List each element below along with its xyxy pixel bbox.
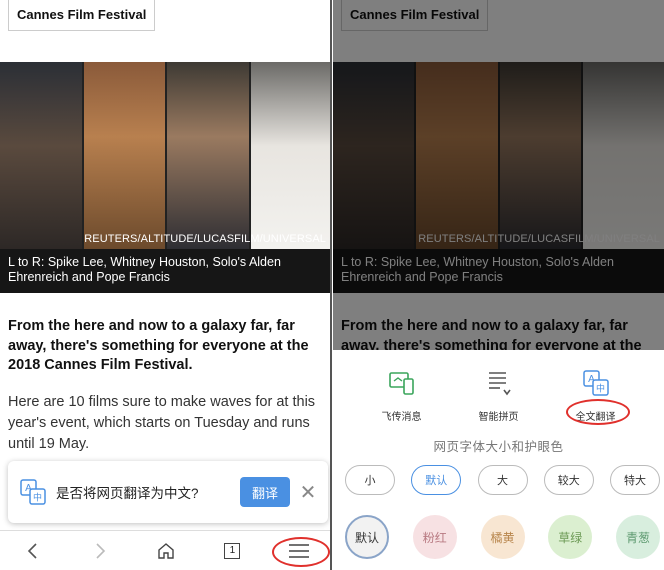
photo-whitney-houston xyxy=(83,62,167,249)
font-size-larger[interactable]: 较大 xyxy=(543,465,594,495)
bottom-nav: 1 xyxy=(0,530,330,570)
category-tag[interactable]: Cannes Film Festival xyxy=(8,0,156,31)
photo-alden-ehrenreich xyxy=(167,62,251,249)
font-eye-section-title: 网页字体大小和护眼色 xyxy=(433,440,564,454)
tabs-button[interactable]: 1 xyxy=(199,531,265,570)
photo-caption: L to R: Spike Lee, Whitney Houston, Solo… xyxy=(0,249,330,293)
forward-button[interactable] xyxy=(66,531,132,570)
translate-icon: A 中 xyxy=(581,368,611,398)
eye-color-options: 默认 粉红 橘黄 草绿 青葱 xyxy=(345,515,660,559)
photo-pope-francis xyxy=(582,62,664,249)
photo-pope-francis xyxy=(250,62,330,249)
back-button[interactable] xyxy=(0,531,66,570)
translate-button[interactable]: 翻译 xyxy=(240,477,290,507)
smart-page-icon xyxy=(484,368,514,398)
right-screen: Cannes Film Festival REUTERS/ALTITUDE/LU… xyxy=(333,0,664,570)
photo-spike-lee xyxy=(0,62,84,249)
action-label: 全文翻译 xyxy=(575,412,616,423)
eye-color-default[interactable]: 默认 xyxy=(345,515,389,559)
eye-color-grass-green[interactable]: 草绿 xyxy=(548,515,593,559)
font-size-small[interactable]: 小 xyxy=(345,465,395,495)
home-button[interactable] xyxy=(133,531,199,570)
close-icon[interactable]: ✕ xyxy=(298,480,318,505)
photo-strip xyxy=(333,62,664,249)
category-tag[interactable]: Cannes Film Festival xyxy=(341,0,489,31)
action-feichuan[interactable]: 飞传消息 xyxy=(362,368,442,423)
translate-prompt: A 中 是否将网页翻译为中文? 翻译 ✕ xyxy=(8,461,328,523)
photo-spike-lee xyxy=(333,62,417,249)
eye-color-green-onion[interactable]: 青葱 xyxy=(616,515,660,559)
tab-count: 1 xyxy=(224,542,241,559)
svg-text:中: 中 xyxy=(595,383,604,395)
svg-text:中: 中 xyxy=(33,492,42,504)
font-size-large[interactable]: 大 xyxy=(477,465,528,495)
menu-button[interactable] xyxy=(266,531,330,570)
photo-strip xyxy=(0,62,330,249)
translate-prompt-text: 是否将网页翻译为中文? xyxy=(56,486,199,501)
action-full-translate[interactable]: A 中 全文翻译 xyxy=(556,368,636,423)
article-paragraph: Here are 10 films sure to make waves for… xyxy=(8,394,316,452)
photo-alden-ehrenreich xyxy=(499,62,583,249)
article-lead: From the here and now to a galaxy far, f… xyxy=(8,318,309,373)
font-size-default[interactable]: 默认 xyxy=(411,465,462,495)
photo-whitney-houston xyxy=(416,62,500,249)
chevron-right-icon xyxy=(96,542,105,559)
photo-caption: L to R: Spike Lee, Whitney Houston, Solo… xyxy=(333,249,664,293)
translate-icon: A 中 xyxy=(18,477,48,507)
phone-transfer-icon xyxy=(387,368,417,398)
photo-credit: REUTERS/ALTITUDE/LUCASFILM/UNIVERSAL xyxy=(84,233,326,245)
chevron-left-icon xyxy=(28,542,37,559)
eye-color-orange[interactable]: 橘黄 xyxy=(480,515,525,559)
action-label: 智能拼页 xyxy=(478,412,519,423)
action-label: 飞传消息 xyxy=(381,412,422,423)
menu-actions: 飞传消息 智能拼页 A 中 全文翻译 xyxy=(333,368,664,423)
action-smart-page[interactable]: 智能拼页 xyxy=(459,368,539,423)
photo-credit: REUTERS/ALTITUDE/LUCASFILM/UNIVERSAL xyxy=(418,233,660,245)
hamburger-menu-icon xyxy=(288,543,309,558)
eye-color-pink[interactable]: 粉红 xyxy=(412,515,457,559)
font-size-options: 小 默认 大 较大 特大 xyxy=(345,465,660,495)
home-icon xyxy=(158,542,174,559)
font-size-extra-large[interactable]: 特大 xyxy=(610,465,660,495)
left-screen: Cannes Film Festival REUTERS/ALTITUDE/LU… xyxy=(0,0,332,570)
